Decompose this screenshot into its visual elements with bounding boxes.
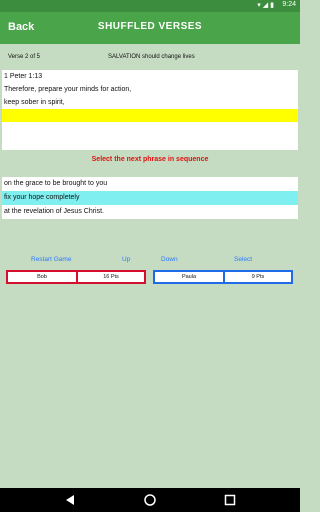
verse-line: 1 Peter 1:13: [4, 73, 43, 80]
phrase-options: on the grace to be brought to you fix yo…: [2, 177, 298, 219]
home-nav-icon[interactable]: [144, 494, 156, 506]
status-time: 9:24: [282, 1, 296, 8]
phrase-option[interactable]: at the revelation of Jesus Christ.: [2, 205, 298, 219]
verse-progress: Verse 2 of 5: [8, 54, 41, 60]
status-bar: ▾◢▮ 9:24: [0, 0, 300, 12]
verse-theme: SALVATION should change lives: [108, 54, 195, 60]
player-name: Bob: [37, 274, 47, 280]
player-points: 16 Pts: [103, 274, 119, 280]
down-button[interactable]: Down: [161, 256, 178, 263]
phrase-option[interactable]: on the grace to be brought to you: [2, 177, 298, 191]
player-score-2: Paula 9 Pts: [153, 270, 293, 284]
phrase-option-selected[interactable]: fix your hope completely: [2, 191, 298, 205]
page-title: SHUFFLED VERSES: [97, 21, 203, 32]
nav-bar: [0, 488, 300, 512]
restart-game-button[interactable]: Restart Game: [31, 256, 71, 263]
back-nav-icon[interactable]: [64, 494, 76, 506]
player-name: Paula: [181, 274, 197, 280]
verse-box: 1 Peter 1:13 Therefore, prepare your min…: [2, 70, 298, 150]
instruction-text: Select the next phrase in sequence: [91, 156, 209, 163]
verse-line: [2, 122, 298, 135]
player-points: 9 Pts: [251, 274, 265, 280]
up-button[interactable]: Up: [122, 256, 130, 263]
signal-battery-icons: ▾◢▮: [257, 2, 276, 9]
player-score-1: Bob 16 Pts: [6, 270, 146, 284]
verse-line: keep sober in spirit,: [4, 99, 65, 106]
verse-line: Therefore, prepare your minds for action…: [4, 86, 132, 93]
next-phrase-slot: [2, 109, 298, 122]
select-button[interactable]: Select: [234, 256, 252, 263]
app-bar: Back SHUFFLED VERSES: [0, 12, 300, 44]
recents-nav-icon[interactable]: [224, 494, 236, 506]
